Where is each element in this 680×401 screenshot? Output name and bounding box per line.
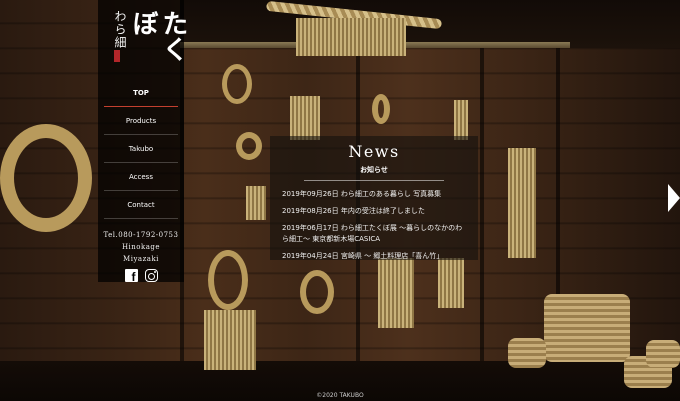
straw-ornament xyxy=(438,258,464,308)
nav-item-takubo[interactable]: Takubo xyxy=(104,135,178,163)
straw-wreath xyxy=(236,132,262,160)
straw-ornament xyxy=(246,186,266,220)
straw-ornament xyxy=(454,100,468,140)
contact-phone: Tel.080-1792-0753 xyxy=(103,231,179,239)
logo[interactable]: わら細 たくぼ xyxy=(106,10,188,65)
straw-wreath xyxy=(300,270,334,314)
news-divider xyxy=(304,180,444,181)
logo-seal-icon xyxy=(114,50,120,62)
copyright: ©2020 TAKUBO xyxy=(316,392,364,399)
logo-large-text: たくぼ xyxy=(128,10,188,62)
contact-town: Hinokage xyxy=(121,243,161,251)
news-panel: News お知らせ 2019年09月26日 わら細工のある暮らし 写真募集 20… xyxy=(270,136,478,260)
next-slide-arrow-icon[interactable] xyxy=(668,184,680,212)
facebook-icon[interactable]: f xyxy=(124,269,138,283)
news-item[interactable]: 2019年09月26日 わら細工のある暮らし 写真募集 xyxy=(282,189,468,200)
side-navigation: わら細 たくぼ TOP Products Takubo Access Conta… xyxy=(98,0,188,283)
news-title: News xyxy=(348,142,400,161)
contact-info: Tel.080-1792-0753 Hinokage Miyazaki xyxy=(104,229,179,265)
large-straw-wreath xyxy=(0,124,92,232)
straw-basket xyxy=(646,340,680,368)
straw-broom xyxy=(508,148,536,258)
nav-item-contact[interactable]: Contact xyxy=(104,191,178,219)
instagram-icon[interactable] xyxy=(144,269,158,282)
straw-basket xyxy=(544,294,630,362)
straw-ornament xyxy=(290,96,320,140)
logo-small-text: わら細 xyxy=(113,10,127,49)
social-links: f xyxy=(124,269,158,283)
straw-ornament xyxy=(372,94,390,124)
news-list: 2019年09月26日 わら細工のある暮らし 写真募集 2019年08月26日 … xyxy=(282,189,468,260)
shimenawa-tassels xyxy=(296,18,406,56)
straw-basket xyxy=(508,338,546,368)
news-item[interactable]: 2019年08月26日 年内の受注は終了しました xyxy=(282,206,468,217)
straw-tassel xyxy=(204,310,256,370)
nav-item-access[interactable]: Access xyxy=(104,163,178,191)
news-item[interactable]: 2019年06月17日 わら細工たくぼ展 ～暮らしのなかのわら細工～ 東京都新木… xyxy=(282,223,468,245)
nav-item-products[interactable]: Products xyxy=(104,107,178,135)
news-subtitle: お知らせ xyxy=(360,166,388,174)
nav-menu: TOP Products Takubo Access Contact xyxy=(104,79,178,219)
nav-item-top[interactable]: TOP xyxy=(104,79,178,107)
straw-wreath xyxy=(222,64,252,104)
contact-prefecture: Miyazaki xyxy=(123,255,159,263)
news-item[interactable]: 2019年04月24日 宮崎県 ～ 郷土料理店「喜ん竹」 xyxy=(282,251,468,260)
straw-ornament xyxy=(378,258,414,328)
straw-wreath xyxy=(208,250,248,310)
